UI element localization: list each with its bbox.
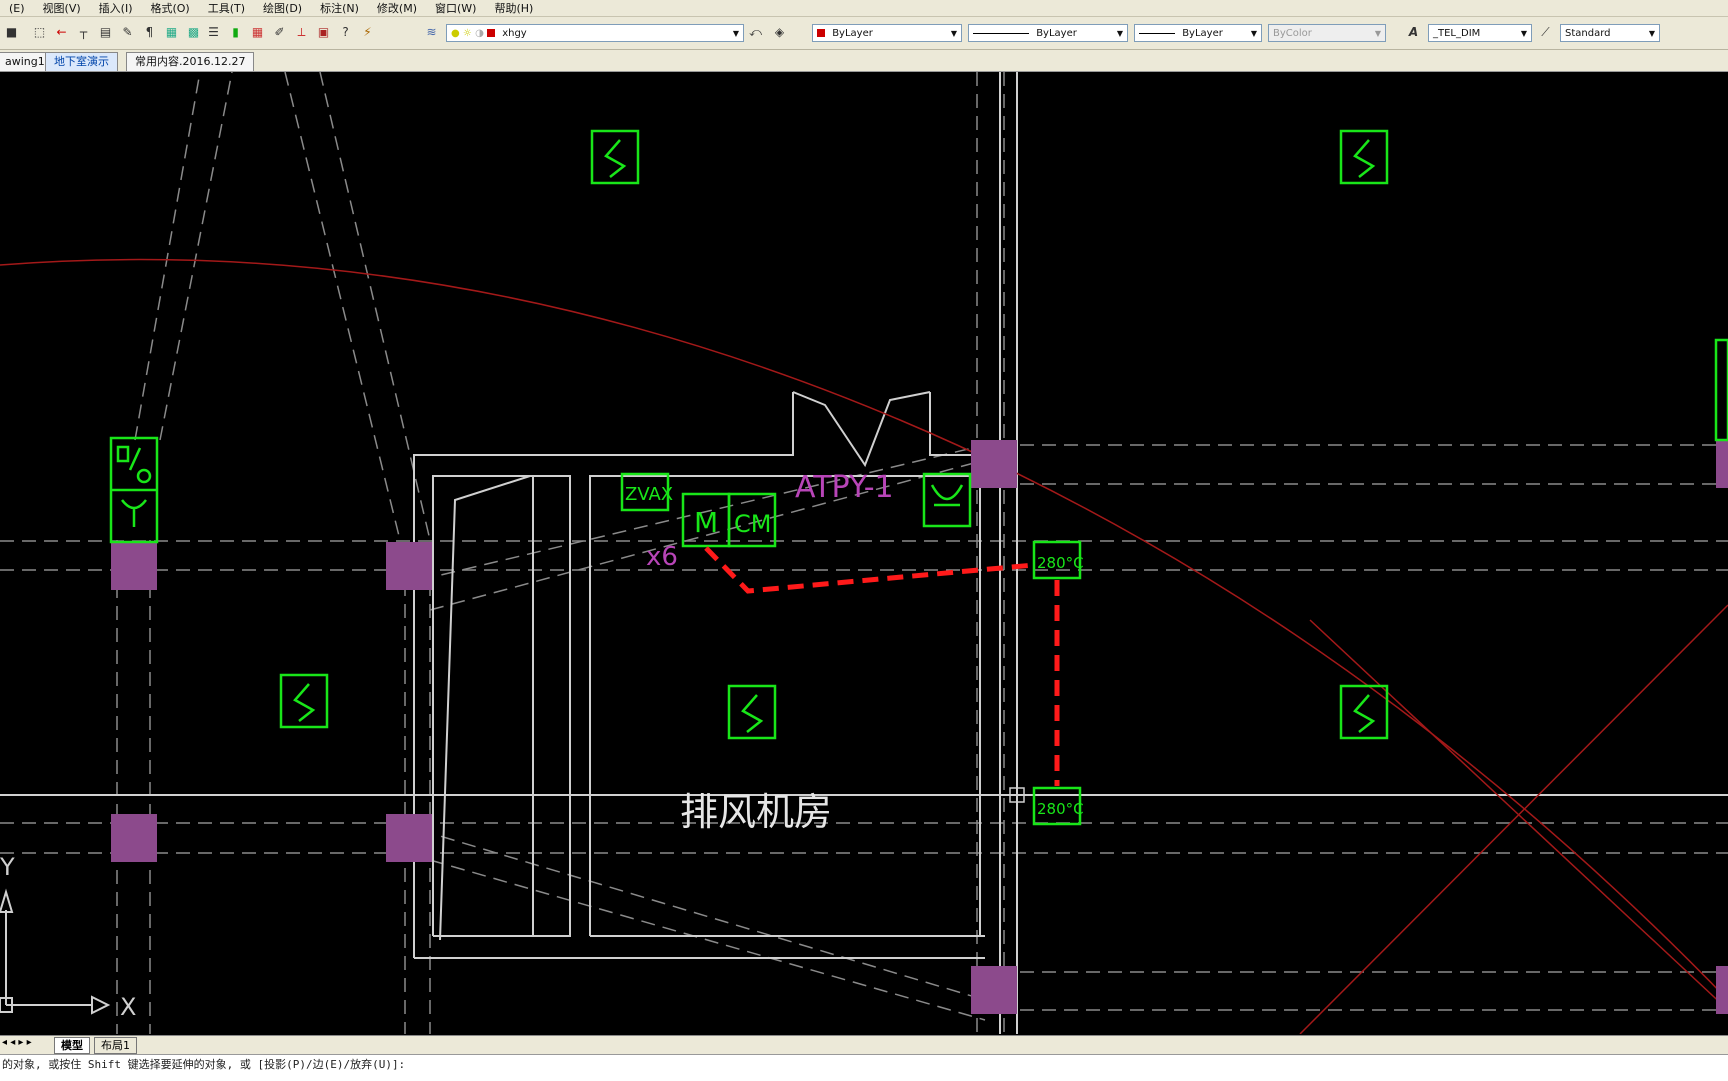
color-dropdown[interactable]: ByLayer ▼: [812, 24, 962, 42]
tee-icon[interactable]: ┬: [76, 25, 91, 40]
text-style-dropdown[interactable]: _TEL_DIM ▼: [1428, 24, 1532, 42]
room-label: 排风机房: [680, 790, 832, 834]
lineweight-dropdown[interactable]: ByLayer ▼: [1134, 24, 1262, 42]
command-line[interactable]: 的对象, 或按住 Shift 键选择要延伸的对象, 或 [投影(P)/边(E)/…: [0, 1054, 1728, 1081]
arrow-icon[interactable]: ←: [54, 25, 69, 40]
ucs-x-label: X: [120, 993, 136, 1021]
menu-window[interactable]: 窗口(W): [426, 0, 485, 16]
menu-modify[interactable]: 修改(M): [368, 0, 426, 16]
tab-basement-demo[interactable]: 地下室演示: [45, 52, 118, 71]
layout-tab-bar: ◂ ◂ ▸ ▸ 模型 布局1: [0, 1035, 1728, 1054]
block-icon[interactable]: ▩: [186, 25, 201, 40]
calculator-icon[interactable]: ▣: [316, 25, 331, 40]
lightning-icon[interactable]: ⚡: [360, 25, 375, 40]
sun-icon: ☼: [462, 28, 472, 39]
help-icon[interactable]: ?: [338, 25, 353, 40]
color-swatch: [817, 29, 825, 37]
damper-label-1: 280°C: [1037, 554, 1084, 572]
layer-tool-icon[interactable]: ▦: [164, 25, 179, 40]
dim-style-icon[interactable]: ⟋: [1538, 25, 1553, 40]
save-icon[interactable]: ■: [4, 25, 19, 40]
drawing-svg: 排风机房 ATPY-1 x6 ZVAX M CM 280°C 280°C X Y: [0, 71, 1728, 1035]
linetype-dropdown[interactable]: ByLayer ▼: [968, 24, 1128, 42]
menu-edit[interactable]: (E): [0, 2, 34, 15]
chevron-down-icon: ▼: [732, 29, 740, 38]
menu-bar: (E) 视图(V) 插入(I) 格式(O) 工具(T) 绘图(D) 标注(N) …: [0, 0, 1728, 17]
menu-format[interactable]: 格式(O): [141, 0, 198, 16]
lineweight-value: ByLayer: [1182, 28, 1223, 39]
dimension-tool-icon[interactable]: ⟂: [294, 25, 309, 40]
menu-dimension[interactable]: 标注(N): [311, 0, 368, 16]
chevron-down-icon: ▼: [1648, 29, 1656, 38]
detector-symbols: [109, 129, 1728, 740]
menu-draw[interactable]: 绘图(D): [254, 0, 311, 16]
text-style-icon[interactable]: A: [1406, 25, 1421, 40]
dim-style-dropdown[interactable]: Standard ▼: [1560, 24, 1660, 42]
chevron-down-icon: ▼: [1374, 29, 1382, 38]
bulb-icon: ●: [451, 28, 460, 39]
dim-style-value: Standard: [1565, 28, 1611, 39]
fan-label-2: CM: [734, 510, 771, 538]
chevron-down-icon: ▼: [1116, 29, 1124, 38]
fan-motor-label: M: [694, 506, 718, 539]
chevron-down-icon: ▼: [1250, 29, 1258, 38]
select-window-icon[interactable]: ⬚: [32, 25, 47, 40]
count-label: x6: [646, 542, 678, 572]
wall-lines: [0, 72, 1728, 1034]
document-tabs: awing1 地下室演示 常用内容.2016.12.27: [0, 50, 1728, 72]
battery-icon[interactable]: ▮: [228, 25, 243, 40]
equipment-label: ATPY-1: [795, 470, 894, 505]
zvax-label: ZVAX: [625, 484, 673, 505]
tab-nav-arrows-icon[interactable]: ◂ ◂ ▸ ▸: [2, 1037, 32, 1048]
ucs-y-label: Y: [0, 853, 15, 881]
red-arc-lines: [0, 258, 1728, 1035]
tab-common-content[interactable]: 常用内容.2016.12.27: [126, 52, 255, 71]
properties-icon[interactable]: ▤: [98, 25, 113, 40]
tab-model[interactable]: 模型: [54, 1037, 90, 1054]
fire-damper-boxes: [1009, 540, 1082, 826]
chevron-down-icon: ▼: [1520, 29, 1528, 38]
column-pillars: [111, 440, 1728, 1014]
text-style-value: _TEL_DIM: [1433, 28, 1481, 39]
linetype-value: ByLayer: [1036, 28, 1077, 39]
lock-icon: ◑: [475, 28, 484, 39]
lineweight-sample: [1139, 32, 1175, 34]
layer-states-icon[interactable]: ◈: [772, 25, 787, 40]
color-value: ByLayer: [832, 28, 873, 39]
tab-layout1[interactable]: 布局1: [94, 1037, 137, 1054]
chevron-down-icon: ▼: [950, 29, 958, 38]
layer-manager-icon[interactable]: ≋: [424, 25, 439, 40]
menu-view[interactable]: 视图(V): [34, 0, 90, 16]
layer-dropdown[interactable]: ● ☼ ◑ xhgy ▼: [446, 24, 744, 42]
plotstyle-dropdown: ByColor ▼: [1268, 24, 1386, 42]
axis-lines: [0, 71, 1728, 1034]
lines-icon[interactable]: ☰: [206, 25, 221, 40]
damper-label-2: 280°C: [1037, 800, 1084, 818]
linetype-sample: [973, 32, 1029, 34]
text-icon[interactable]: ¶: [142, 25, 157, 40]
plotstyle-value: ByColor: [1273, 28, 1312, 39]
menu-tools[interactable]: 工具(T): [199, 0, 254, 16]
menu-help[interactable]: 帮助(H): [485, 0, 542, 16]
menu-insert[interactable]: 插入(I): [90, 0, 142, 16]
match-icon[interactable]: ✎: [120, 25, 135, 40]
toolbar: ■ ⬚ ← ┬ ▤ ✎ ¶ ▦ ▩ ☰ ▮ ▦ ✐ ⟂ ▣ ? ⚡ ≋ ● ☼ …: [0, 17, 1728, 50]
brush-icon[interactable]: ✐: [272, 25, 287, 40]
layer-name: xhgy: [502, 28, 527, 39]
grid-tool-icon[interactable]: ▦: [250, 25, 265, 40]
layer-previous-icon[interactable]: ⤺: [748, 25, 763, 40]
drawing-canvas[interactable]: 排风机房 ATPY-1 x6 ZVAX M CM 280°C 280°C X Y: [0, 71, 1728, 1035]
ucs-icon: [0, 888, 111, 1015]
layer-color-swatch: [487, 29, 495, 37]
